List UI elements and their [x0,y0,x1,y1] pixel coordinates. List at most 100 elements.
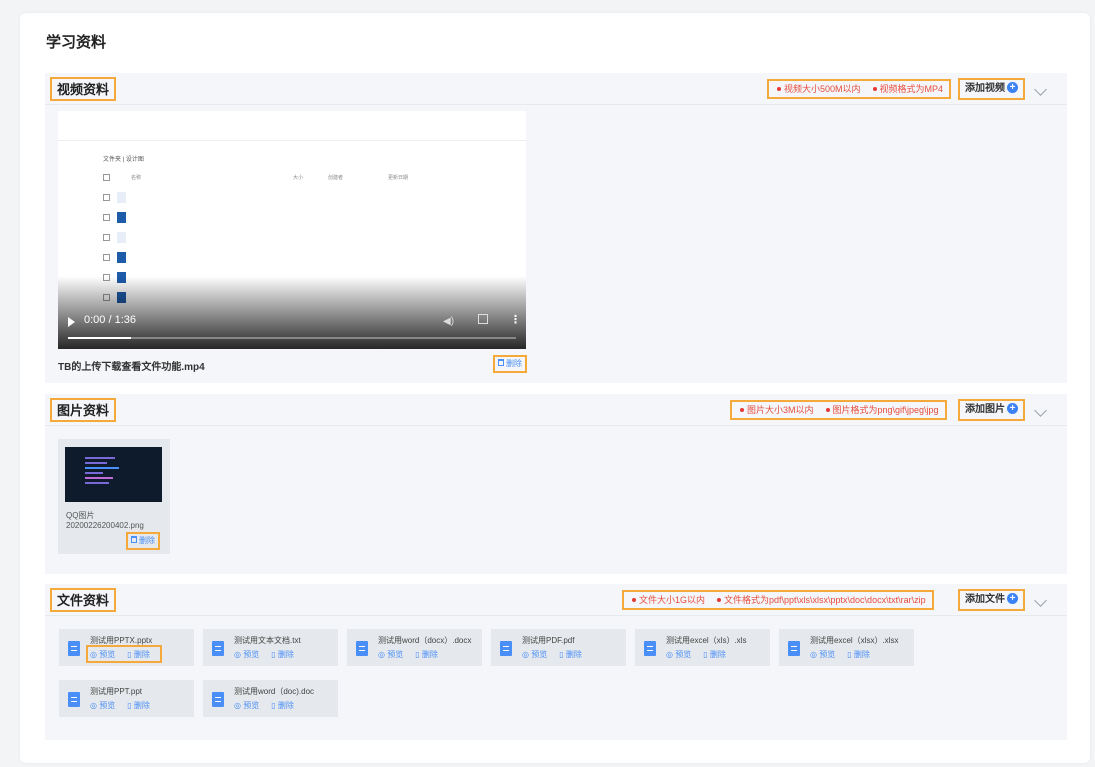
video-time: 0:00 / 1:36 [84,314,136,326]
delete-file-button[interactable]: ▯ 删除 [127,701,156,710]
more-options-icon[interactable]: ⋮ [510,313,521,326]
page-title: 学习资料 [46,34,107,51]
document-icon [644,641,656,656]
video-file-name: TB的上传下载查看文件功能.mp4 [58,362,205,373]
fullscreen-icon[interactable] [478,314,488,324]
preview-button[interactable]: ◎ 预览 [810,650,841,659]
add-file-button[interactable]: 添加文件 + [958,589,1025,611]
highlight-box [86,645,162,663]
file-section: 文件资料 文件大小1G以内 文件格式为pdf\ppt\xls\xlsx\pptx\… [45,584,1067,740]
delete-file-button[interactable]: ▯ 删除 [703,650,732,659]
image-section-header: 图片资料 图片大小3M以内 图片格式为png\gif\jpeg\jpg 添加图片 + [45,394,1067,426]
image-name-line2: 20200226200402.png [66,521,144,530]
file-item: 测试用excel（xls）.xls ◎ 预览 ▯ 删除 [635,629,770,666]
preview-button[interactable]: ◎ 预览 [378,650,409,659]
file-hints: 文件大小1G以内 文件格式为pdf\ppt\xls\xlsx\pptx\doc\d… [622,590,934,610]
document-icon [356,641,368,656]
file-item: 测试用word（doc).doc ◎ 预览 ▯ 删除 [203,680,338,717]
chevron-down-icon[interactable] [1034,404,1047,417]
delete-label: 删除 [133,701,150,710]
file-item: 测试用PDF.pdf ◎ 预览 ▯ 删除 [491,629,626,666]
file-format-hint: 文件格式为pdf\ppt\xls\xlsx\pptx\doc\docx\txt\… [724,595,926,605]
video-size-hint: 视频大小500M以内 [784,84,861,94]
trash-icon [131,536,137,544]
file-actions: ◎ 预览 ▯ 删除 [234,700,306,711]
image-hints: 图片大小3M以内 图片格式为png\gif\jpeg\jpg [730,400,947,420]
file-section-title: 文件资料 [50,588,117,612]
video-frame-row [103,231,483,245]
image-item: QQ图片 20200226200402.png 删除 [58,439,170,554]
document-icon [788,641,800,656]
file-actions: ◎ 预览 ▯ 删除 [234,649,306,660]
video-section-title: 视频资料 [50,77,117,101]
preview-label: 预览 [387,650,404,659]
delete-label: 删除 [421,650,438,659]
file-item: 测试用excel（xlsx）.xlsx ◎ 预览 ▯ 删除 [779,629,914,666]
video-frame-row: 名称 大小 创建者 更新日期 [103,171,483,185]
delete-file-button[interactable]: ▯ 删除 [559,650,588,659]
preview-label: 预览 [819,650,836,659]
hint-dot-icon [632,598,636,603]
video-frame-row [103,251,483,265]
plus-circle-icon: + [1007,592,1018,604]
delete-label: 删除 [709,650,726,659]
file-name: 测试用word（docx）.docx [378,636,472,645]
video-progress-bar[interactable] [68,337,516,339]
video-frame-row: 文件夹 | 设计图 [103,157,144,163]
file-item: 测试用PPTX.pptx ◎ 预览 ▯ 删除 [59,629,194,666]
preview-button[interactable]: ◎ 预览 [90,701,121,710]
add-file-label: 添加文件 [965,594,1005,605]
file-name: 测试用excel（xls）.xls [666,636,747,645]
image-file-name: QQ图片 20200226200402.png [66,511,144,531]
chevron-down-icon[interactable] [1034,594,1047,607]
delete-file-button[interactable]: ▯ 删除 [271,650,300,659]
delete-file-button[interactable]: ▯ 删除 [415,650,444,659]
preview-label: 预览 [99,701,116,710]
preview-button[interactable]: ◎ 预览 [234,701,265,710]
video-format-hint: 视频格式为MP4 [879,84,944,94]
preview-button[interactable]: ◎ 预览 [666,650,697,659]
file-name: 测试用word（doc).doc [234,687,315,696]
delete-file-button[interactable]: ▯ 删除 [847,650,876,659]
document-icon [212,692,224,707]
delete-label: 删除 [277,701,294,710]
image-format-hint: 图片格式为png\gif\jpeg\jpg [832,405,939,415]
hint-dot-icon [717,598,722,603]
file-name: 测试用文本文档.txt [234,636,301,645]
add-image-label: 添加图片 [965,404,1005,415]
file-item: 测试用word（docx）.docx ◎ 预览 ▯ 删除 [347,629,482,666]
volume-icon[interactable]: ◀) [443,316,454,327]
preview-button[interactable]: ◎ 预览 [522,650,553,659]
file-size-hint: 文件大小1G以内 [639,595,706,605]
file-actions: ◎ 预览 ▯ 删除 [522,649,594,660]
delete-label: 删除 [565,650,582,659]
image-section: 图片资料 图片大小3M以内 图片格式为png\gif\jpeg\jpg 添加图片 +… [45,394,1067,574]
chevron-down-icon[interactable] [1034,83,1047,96]
file-actions: ◎ 预览 ▯ 删除 [378,649,450,660]
file-actions: ◎ 预览 ▯ 删除 [90,700,162,711]
preview-label: 预览 [243,701,260,710]
preview-label: 预览 [243,650,260,659]
video-player[interactable]: 文件夹 | 设计图 名称 大小 创建者 更新日期 0:00 / 1:36 ◀) ⋮ [58,111,526,349]
delete-label: 删除 [853,650,870,659]
plus-circle-icon: + [1007,81,1018,93]
delete-file-button[interactable]: ▯ 删除 [271,701,300,710]
delete-label: 删除 [139,536,155,545]
delete-video-button[interactable]: 删除 [493,355,527,373]
file-name: 测试用PPT.ppt [90,687,143,696]
add-image-button[interactable]: 添加图片 + [958,399,1025,421]
preview-button[interactable]: ◎ 预览 [234,650,265,659]
hint-dot-icon [872,87,877,92]
hint-dot-icon [825,408,830,413]
file-name: 测试用excel（xlsx）.xlsx [810,636,899,645]
hint-dot-icon [740,408,744,413]
add-video-button[interactable]: 添加视频 + [958,78,1025,100]
preview-label: 预览 [531,650,548,659]
document-icon [500,641,512,656]
file-actions: ◎ 预览 ▯ 删除 [86,645,162,663]
play-icon[interactable] [68,317,75,327]
file-item: 测试用PPT.ppt ◎ 预览 ▯ 删除 [59,680,194,717]
delete-image-button[interactable]: 删除 [126,532,160,550]
image-thumbnail[interactable] [65,447,162,502]
trash-icon [498,359,504,367]
